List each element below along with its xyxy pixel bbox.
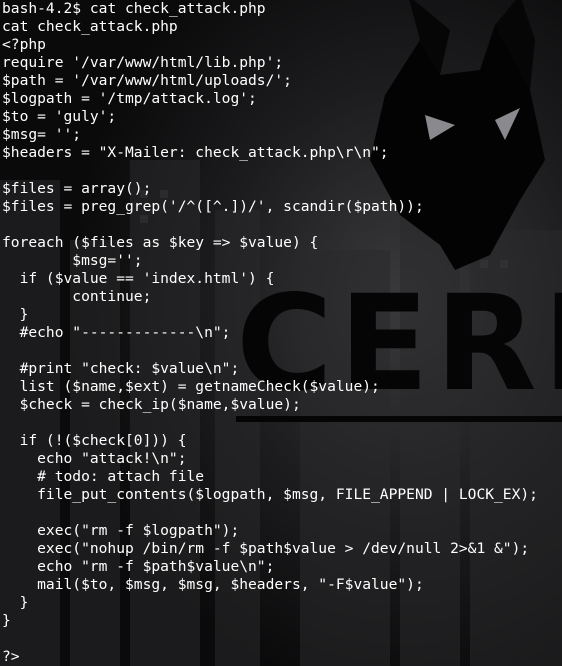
code-line: ?> [2, 648, 20, 665]
code-line: $headers = "X-Mailer: check_attack.php\r… [2, 144, 389, 161]
shell-prompt: bash-4.2$ [2, 0, 90, 17]
code-line: $files = array(); [2, 180, 152, 197]
code-line: exec("rm -f $logpath"); [2, 522, 240, 539]
code-line: <?php [2, 36, 46, 53]
file-content: <?php require '/var/www/html/lib.php'; $pa… [2, 36, 538, 666]
code-line: foreach ($files as $key => $value) { [2, 234, 319, 251]
code-line: $logpath = '/tmp/attack.log'; [2, 90, 257, 107]
code-line: #echo "-------------\n"; [2, 324, 231, 341]
code-line: $check = check_ip($name,$value); [2, 396, 301, 413]
code-line: $files = preg_grep('/^([^.])/', scandir(… [2, 198, 424, 215]
code-line: if ($value == 'index.html') { [2, 270, 275, 287]
prompt-line: bash-4.2$ cat check_attack.php [2, 0, 538, 18]
code-line: if (!($check[0])) { [2, 432, 187, 449]
code-line: $msg= ''; [2, 126, 82, 143]
code-line: } [2, 306, 29, 323]
code-line: exec("nohup /bin/rm -f $path$value > /de… [2, 540, 530, 557]
code-line: file_put_contents($logpath, $msg, FILE_A… [2, 486, 538, 503]
code-line: #print "check: $value\n"; [2, 360, 240, 377]
terminal-window[interactable]: CERBE bash-4.2$ cat check_attack.phpcat … [0, 0, 562, 666]
code-line: echo "attack!\n"; [2, 450, 187, 467]
code-line: # todo: attach file [2, 468, 205, 485]
code-line: $path = '/var/www/html/uploads/'; [2, 72, 292, 89]
code-line: } [2, 612, 11, 629]
code-line: $msg=''; [2, 252, 143, 269]
code-line: } [2, 594, 29, 611]
code-line: list ($name,$ext) = getnameCheck($value)… [2, 378, 380, 395]
code-line: continue; [2, 288, 152, 305]
typed-command: cat check_attack.php [89, 0, 266, 17]
code-line: echo "rm -f $path$value\n"; [2, 558, 275, 575]
code-line: $to = 'guly'; [2, 108, 117, 125]
terminal-output: bash-4.2$ cat check_attack.php cat check_… [2, 0, 538, 666]
echoed-command-line: cat check_attack.php [2, 18, 178, 35]
code-line: require '/var/www/html/lib.php'; [2, 54, 284, 71]
code-line: mail($to, $msg, $msg, $headers, "-F$valu… [2, 576, 424, 593]
